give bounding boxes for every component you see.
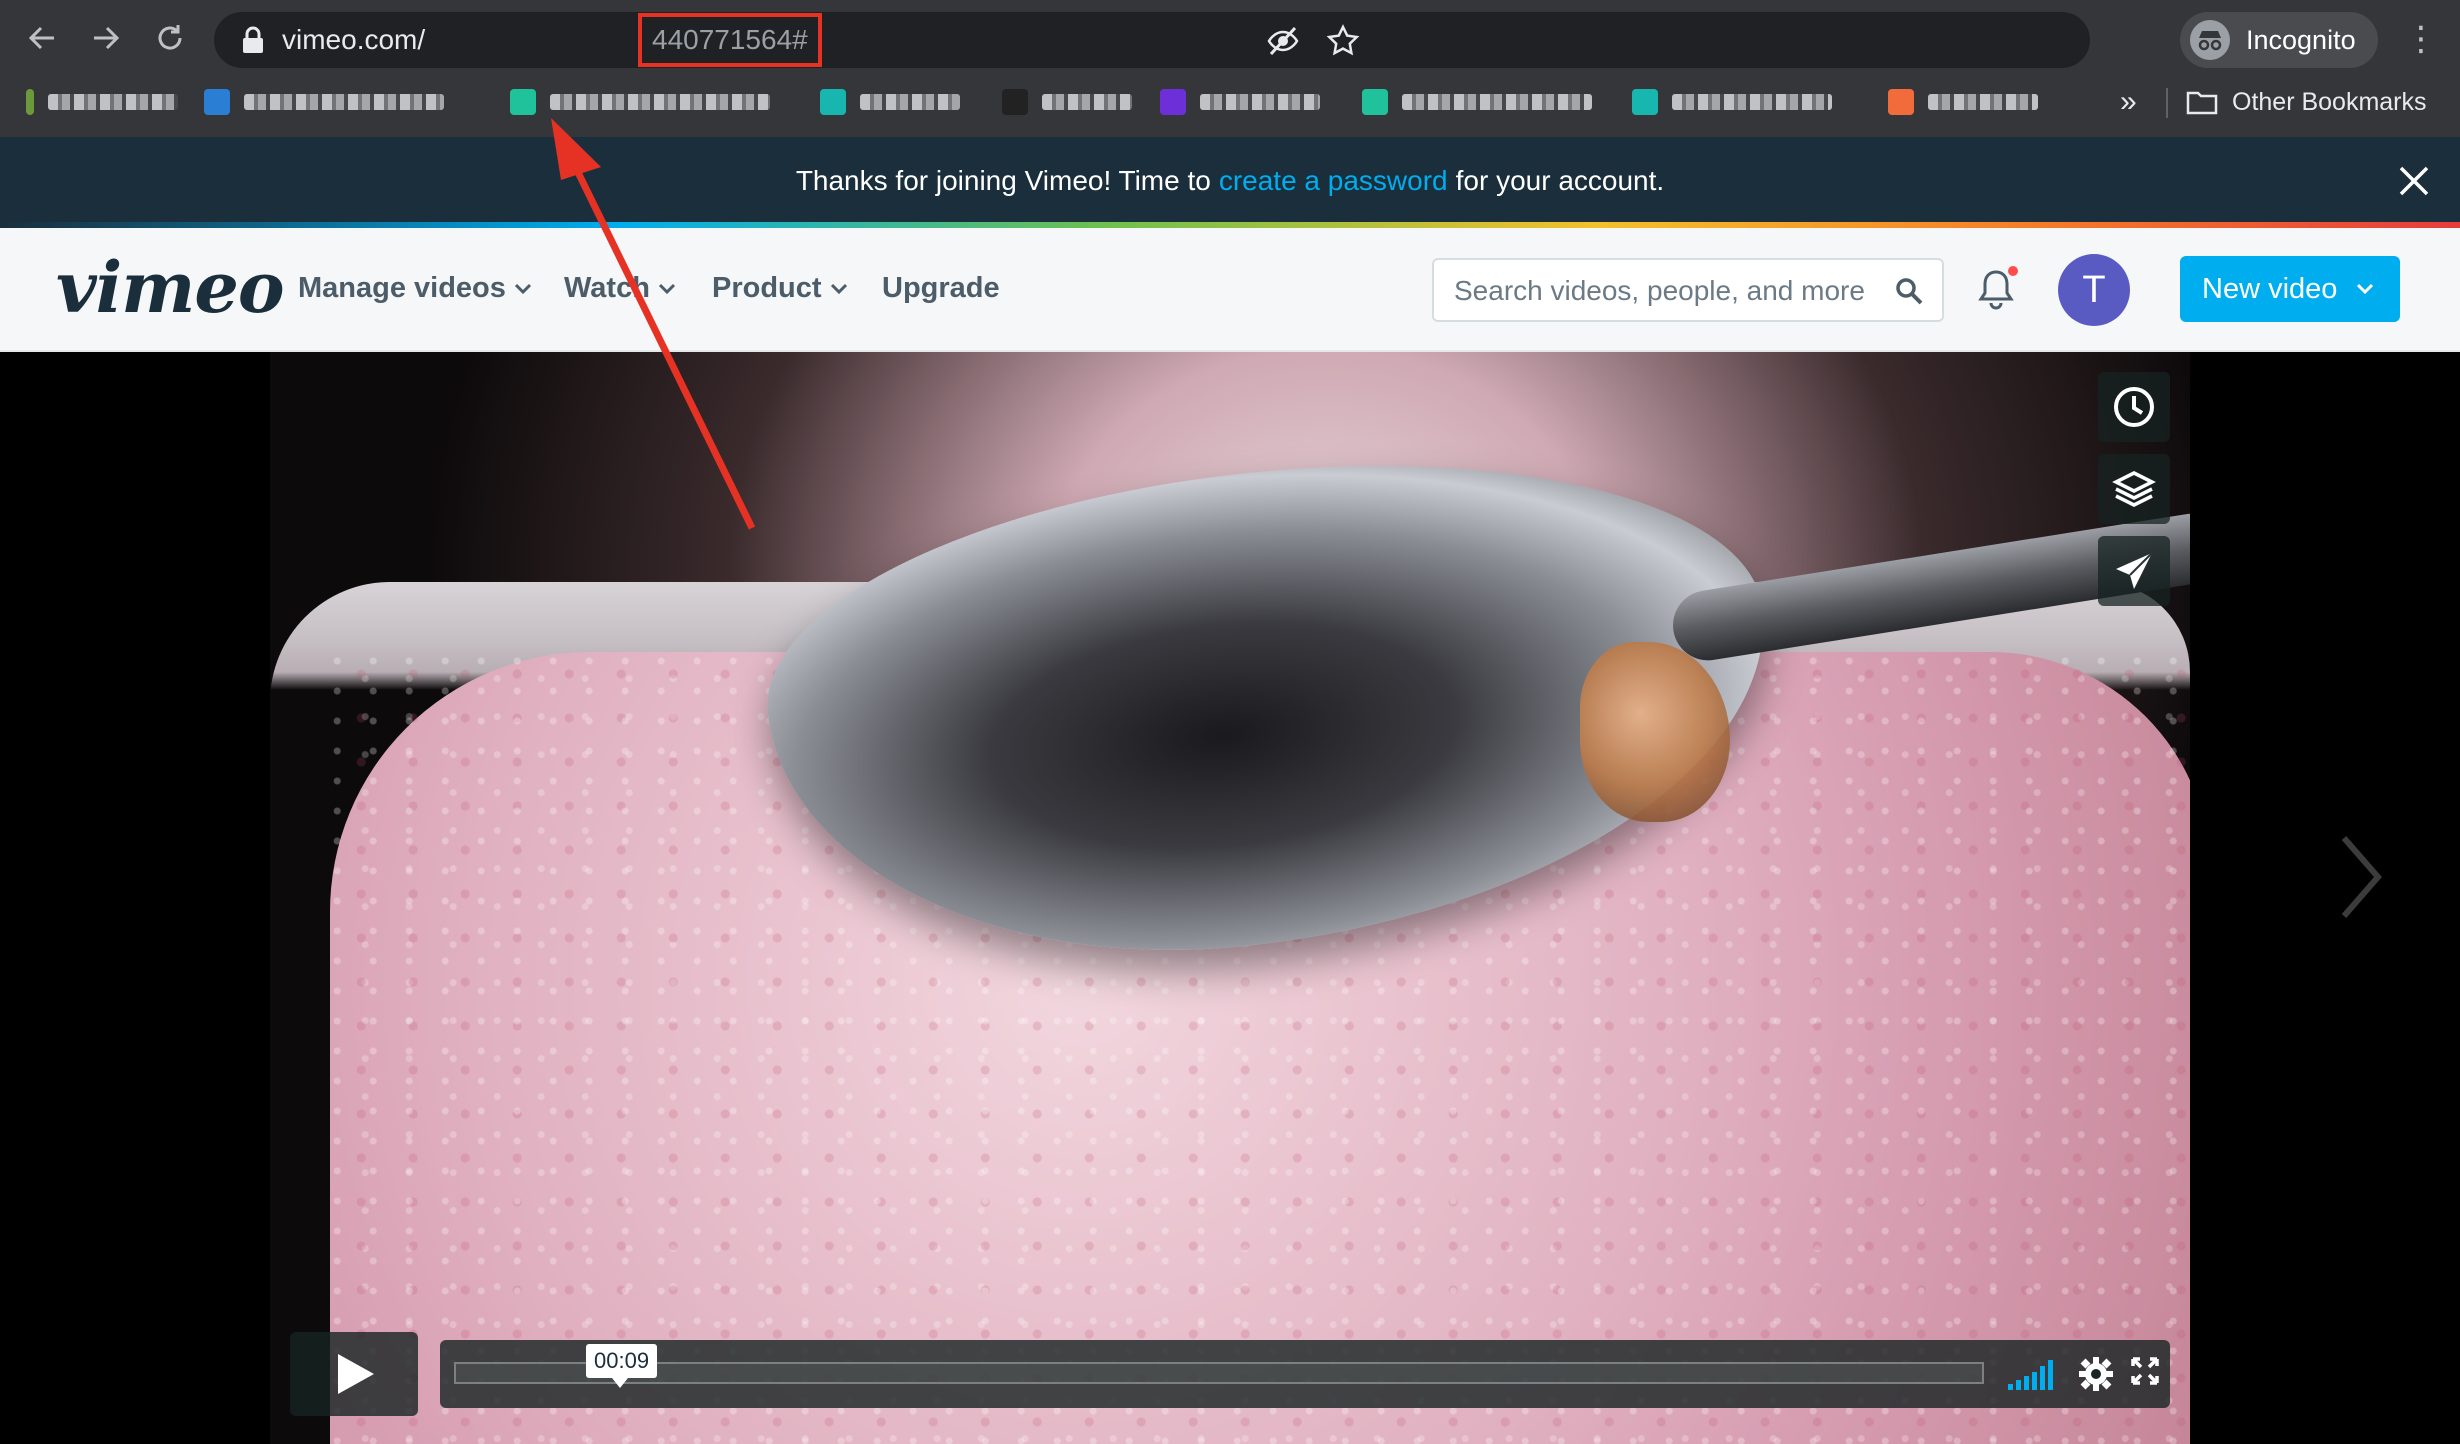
share-button[interactable] [2098, 536, 2170, 606]
url-path-highlighted: 440771564# [638, 13, 822, 67]
more-bookmarks-button[interactable]: » [2120, 86, 2137, 118]
bookmark-item[interactable] [1002, 86, 1132, 118]
address-bar[interactable]: vimeo.com/ 440771564# [214, 12, 2090, 68]
bookmark-favicon [1632, 89, 1658, 115]
browser-chrome: vimeo.com/ 440771564# Incognito ⋮ » Othe… [0, 0, 2460, 137]
password-banner: Thanks for joining Vimeo! Time to create… [0, 137, 2460, 225]
bookmark-favicon [1362, 89, 1388, 115]
back-button[interactable] [20, 16, 64, 60]
bookmark-item[interactable] [26, 86, 178, 118]
avatar[interactable]: T [2058, 254, 2130, 326]
timecode-tooltip: 00:09 [586, 1344, 658, 1388]
bookmark-favicon [1888, 89, 1914, 115]
site-header: vimeo Manage videos Watch Product Upgrad… [0, 228, 2460, 352]
url-host: vimeo.com/ [282, 24, 426, 55]
layers-icon [2112, 471, 2156, 507]
tracking-blocked-eye-icon[interactable] [1266, 24, 1300, 58]
chevron-down-icon [830, 283, 847, 294]
bookmark-item[interactable] [510, 86, 770, 118]
vimeo-logo[interactable]: vimeo [56, 246, 285, 329]
next-video-arrow-icon[interactable] [2336, 832, 2386, 922]
bookmark-item[interactable] [1160, 86, 1320, 118]
nav-product[interactable]: Product [712, 272, 848, 305]
search-icon[interactable] [1894, 276, 1926, 308]
paper-plane-icon [2116, 552, 2153, 589]
chevron-down-icon [514, 283, 531, 294]
star-icon[interactable] [1326, 24, 1360, 58]
browser-toolbar: vimeo.com/ 440771564# Incognito ⋮ [0, 8, 2460, 68]
video-stage: 00:09 [0, 352, 2460, 1444]
nav-watch[interactable]: Watch [564, 272, 676, 305]
reload-icon [158, 25, 182, 50]
nav-label: Upgrade [882, 272, 1000, 304]
bookmark-label-blurred [1200, 94, 1320, 110]
close-icon[interactable] [2396, 163, 2432, 199]
bookmark-item[interactable] [1362, 86, 1592, 118]
bookmark-label-blurred [1042, 94, 1132, 110]
bookmark-favicon [204, 89, 230, 115]
search-input[interactable] [1454, 272, 1874, 310]
bookmark-item[interactable] [1888, 86, 2038, 118]
nav-label: Product [712, 272, 822, 304]
bookmark-label-blurred [860, 94, 960, 110]
reload-button[interactable] [148, 16, 192, 60]
bookmark-favicon [1002, 89, 1028, 115]
search-box[interactable] [1432, 258, 1944, 322]
bookmark-favicon [1160, 89, 1186, 115]
other-bookmarks-folder[interactable]: Other Bookmarks [2186, 86, 2427, 118]
banner-text-after: for your account. [1455, 165, 1665, 196]
back-arrow-icon [28, 26, 54, 50]
folder-icon [2186, 91, 2218, 115]
player-side-tools [2098, 372, 2170, 618]
chevron-down-icon [2357, 283, 2374, 295]
play-icon [338, 1354, 374, 1394]
lock-icon [243, 26, 263, 53]
forward-arrow-icon [94, 26, 120, 50]
bookmark-label-blurred [244, 94, 444, 110]
notification-dot [2006, 264, 2020, 278]
browser-menu-icon[interactable]: ⋮ [2404, 22, 2438, 58]
new-video-button[interactable]: New video [2180, 256, 2400, 322]
clock-icon [2114, 387, 2154, 427]
bookmarks-bar: » Other Bookmarks [0, 78, 2460, 126]
chevron-down-icon [658, 283, 675, 294]
progress-bar[interactable]: 00:09 [454, 1344, 1984, 1388]
bookmark-favicon [510, 89, 536, 115]
bookmark-favicon [820, 89, 846, 115]
bookmark-label-blurred [1402, 94, 1592, 110]
incognito-icon [2190, 20, 2230, 60]
nav-manage-videos[interactable]: Manage videos [298, 272, 532, 305]
banner-text-before: Thanks for joining Vimeo! Time to [795, 165, 1211, 196]
bookmark-label-blurred [1928, 94, 2038, 110]
watch-later-button[interactable] [2098, 372, 2170, 442]
player-controls: 00:09 [290, 1332, 2170, 1416]
other-bookmarks-label: Other Bookmarks [2232, 87, 2427, 116]
bookmark-label-blurred [550, 94, 770, 110]
video-player[interactable] [270, 352, 2190, 1444]
bookmark-item[interactable] [820, 86, 960, 118]
bookmark-label-blurred [48, 94, 178, 110]
collections-button[interactable] [2098, 454, 2170, 524]
nav-label: Manage videos [298, 272, 506, 304]
volume-bars-icon[interactable] [2006, 1356, 2056, 1392]
bookmark-item[interactable] [204, 86, 444, 118]
bookmark-favicon [26, 89, 34, 115]
bookmark-item[interactable] [1632, 86, 1832, 118]
bookmarks-divider [2166, 88, 2168, 118]
nav-label: Watch [564, 272, 650, 304]
settings-gear-icon[interactable] [2078, 1356, 2114, 1392]
control-bar: 00:09 [440, 1340, 2170, 1408]
profile-label: Incognito [2246, 24, 2356, 55]
bookmark-label-blurred [1672, 94, 1832, 110]
forward-button[interactable] [84, 16, 128, 60]
incognito-profile-button[interactable]: Incognito [2180, 12, 2378, 68]
nav-upgrade[interactable]: Upgrade [882, 272, 1000, 305]
new-video-label: New video [2202, 272, 2338, 305]
fullscreen-icon[interactable] [2130, 1356, 2160, 1386]
play-button[interactable] [290, 1332, 418, 1416]
create-password-link[interactable]: create a password [1219, 165, 1448, 197]
